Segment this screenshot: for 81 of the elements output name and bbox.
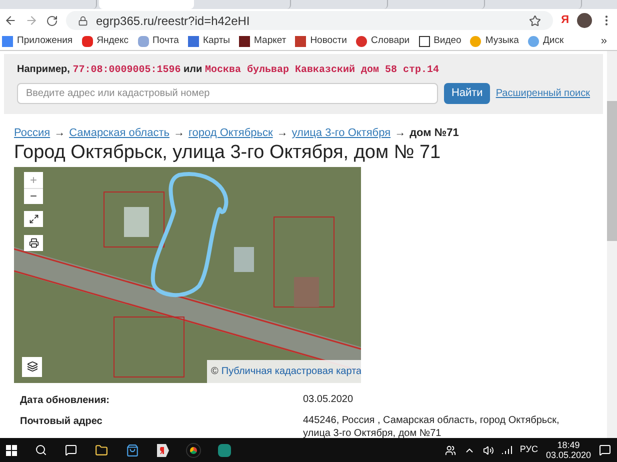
fullscreen-button[interactable] <box>24 210 43 226</box>
app-icon[interactable] <box>218 444 231 456</box>
address-search-field[interactable]: Введите адрес или кадастровый номер <box>17 83 438 104</box>
bookmark[interactable]: Яндекс <box>82 34 129 48</box>
folder-icon[interactable] <box>95 444 108 456</box>
people-icon[interactable] <box>444 444 456 456</box>
chrome-icon[interactable] <box>187 444 200 456</box>
advanced-search-link[interactable]: Расширенный поиск <box>496 86 590 101</box>
yandex-button[interactable]: Я <box>561 12 569 29</box>
bookmark-label: Почта <box>152 34 179 48</box>
breadcrumb-link[interactable]: Россия <box>14 125 50 142</box>
copyright-sign: © <box>211 364 218 378</box>
bookmark-icon <box>418 36 430 46</box>
breadcrumb-arrow: → <box>173 126 184 141</box>
clock-date: 03.05.2020 <box>546 450 591 460</box>
bookmark[interactable]: Видео <box>418 34 462 48</box>
layers-icon <box>26 361 38 372</box>
bookmark-label: Диск <box>542 34 564 48</box>
printer-icon <box>28 238 38 248</box>
avatar-icon[interactable] <box>577 13 592 28</box>
bookmark[interactable]: Диск <box>528 34 564 48</box>
bookmark-icon <box>356 36 367 46</box>
bookmark[interactable]: Маркет <box>239 34 286 48</box>
address-bar[interactable]: egrp365.ru/reestr?id=h42eHI <box>66 11 554 30</box>
bookmark[interactable]: Приложения <box>2 34 73 48</box>
task-view-icon[interactable] <box>65 444 77 456</box>
breadcrumb-link[interactable]: улица 3-го Октября <box>292 125 391 142</box>
speaker-icon[interactable] <box>482 444 494 456</box>
search-icon[interactable] <box>35 444 47 456</box>
search-example: Например, 77:08:0009005:1596 или Москва бульвар Кавказский дом 58 стр.14 <box>17 63 440 78</box>
zoom-out-button[interactable]: − <box>24 188 43 204</box>
signal-icon[interactable] <box>502 446 512 454</box>
breadcrumb-link[interactable]: Самарская область <box>69 125 170 142</box>
breadcrumb-arrow: → <box>276 126 288 141</box>
layers-button[interactable] <box>22 356 42 376</box>
expand-icon <box>28 214 38 224</box>
windows-start-icon[interactable] <box>6 444 17 456</box>
language-indicator[interactable]: РУС <box>520 443 538 457</box>
bookmark-icon <box>138 36 149 46</box>
bookmark-label: Яндекс <box>96 34 129 48</box>
breadcrumb-current: дом №71 <box>410 126 459 141</box>
reload-icon[interactable] <box>46 14 58 26</box>
bookmark-icon <box>528 36 539 46</box>
bookmark-icon <box>2 36 13 46</box>
breadcrumb-arrow: → <box>54 126 66 141</box>
url-text: egrp365.ru/reestr?id=h42eHI <box>96 12 250 30</box>
bookmark[interactable]: Карты <box>188 34 230 48</box>
store-icon[interactable] <box>126 444 139 456</box>
bookmark-label: Новости <box>310 34 347 48</box>
breadcrumb-link[interactable]: город Октябрьск <box>188 125 273 142</box>
bookmark-label: Приложения <box>17 34 73 48</box>
find-button[interactable]: Найти <box>444 83 490 104</box>
bookmark-label: Маркет <box>254 34 286 48</box>
bookmark-icon <box>82 36 93 46</box>
bookmark[interactable]: Музыка <box>470 34 519 48</box>
bookmark-icon <box>188 36 199 46</box>
bookmark-icon <box>470 36 482 46</box>
bookmark-label: Карты <box>202 34 230 48</box>
breadcrumb-arrow: → <box>394 126 406 141</box>
star-icon[interactable] <box>529 14 542 26</box>
lock-icon <box>78 16 88 26</box>
detail-value: 03.05.2020 <box>303 392 354 406</box>
more-bookmarks[interactable]: » <box>600 32 615 50</box>
bookmark-label: Словари <box>370 34 410 48</box>
bookmark[interactable]: Новости <box>295 34 347 48</box>
detail-label: Почтовый адрес <box>20 414 104 428</box>
notifications-icon[interactable] <box>599 444 611 456</box>
back-icon[interactable] <box>4 14 17 27</box>
bookmark-icon <box>295 36 306 46</box>
bookmark-label: Видео <box>434 34 462 48</box>
bookmark[interactable]: Словари <box>356 34 410 48</box>
page-title: Город Октябрьск, улица 3-го Октября, дом № 71 <box>13 142 442 164</box>
detail-label: Дата обновления: <box>20 394 111 408</box>
print-button[interactable] <box>24 234 43 250</box>
detail-value: 445246, Россия , Самарская область, город Октябрьск, улица 3-го Октября, дом №71 <box>303 414 560 440</box>
yandex-browser-icon[interactable] <box>157 444 169 456</box>
bookmark-label: Музыка <box>485 34 519 48</box>
clock-time: 18:49 <box>557 440 580 450</box>
bookmark[interactable]: Почта <box>138 34 179 48</box>
clock[interactable]: 18:49 03.05.2020 <box>546 440 591 460</box>
bookmark-icon <box>239 36 250 46</box>
